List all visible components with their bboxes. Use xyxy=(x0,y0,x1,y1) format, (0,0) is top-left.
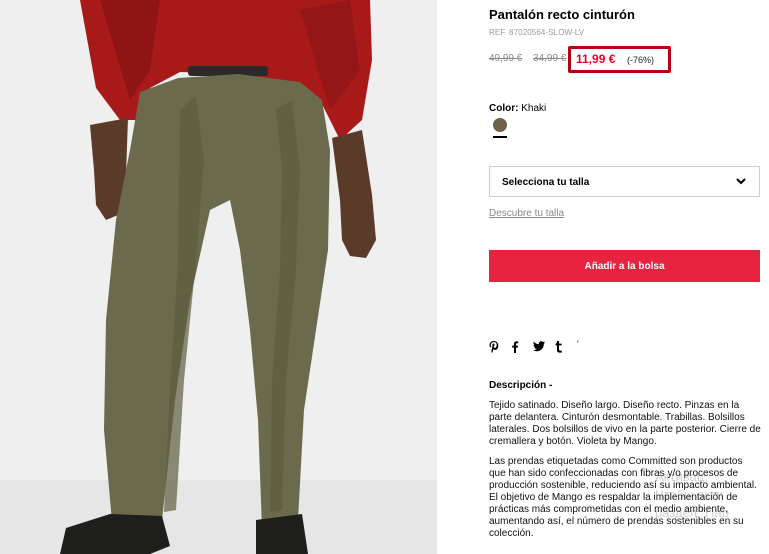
add-to-bag-button[interactable]: Añadir a la bolsa xyxy=(489,250,760,282)
description-paragraph-1: Tejido satinado. Diseño largo. Diseño re… xyxy=(489,400,761,447)
swatch-selected-indicator xyxy=(493,136,507,138)
original-price: 49,99 € xyxy=(489,53,523,64)
color-label: Color: Khaki xyxy=(489,103,546,114)
product-ref: REF. 87020564-SLOW-LV xyxy=(489,28,585,37)
tumblr-icon[interactable] xyxy=(555,340,566,354)
facebook-icon[interactable] xyxy=(511,340,522,354)
size-select-dropdown[interactable]: Selecciona tu talla xyxy=(489,166,760,197)
description-paragraph-2: Las prendas etiquetadas como Committed s… xyxy=(489,456,757,539)
color-label-key: Color: xyxy=(489,103,519,114)
product-image xyxy=(0,0,437,554)
product-info-panel: Pantalón recto cinturón REF. 87020564-SL… xyxy=(489,0,761,554)
chevron-down-icon xyxy=(736,178,746,185)
size-guide-link[interactable]: Descubre tu talla xyxy=(489,208,564,219)
twitter-icon[interactable] xyxy=(533,340,545,354)
description-title: Descripción - xyxy=(489,380,553,391)
product-photo[interactable] xyxy=(0,0,437,554)
color-value: Khaki xyxy=(521,103,547,114)
size-select-label: Selecciona tu talla xyxy=(502,177,590,188)
more-icon[interactable]: ' xyxy=(577,340,588,354)
current-price: 11,99 € xyxy=(576,52,616,66)
share-icons: ' xyxy=(489,340,599,354)
product-title: Pantalón recto cinturón xyxy=(489,7,635,22)
description-body: Tejido satinado. Diseño largo. Diseño re… xyxy=(489,400,761,548)
pinterest-icon[interactable] xyxy=(489,340,500,354)
discount-badge: (-76%) xyxy=(627,55,655,65)
price-row: 49,99 € 34,99 € 11,99 € (-76%) xyxy=(489,46,761,73)
color-swatch-khaki[interactable] xyxy=(493,118,507,132)
previous-price: 34,99 € xyxy=(533,53,567,64)
current-price-highlight: 11,99 € (-76%) xyxy=(568,46,671,73)
